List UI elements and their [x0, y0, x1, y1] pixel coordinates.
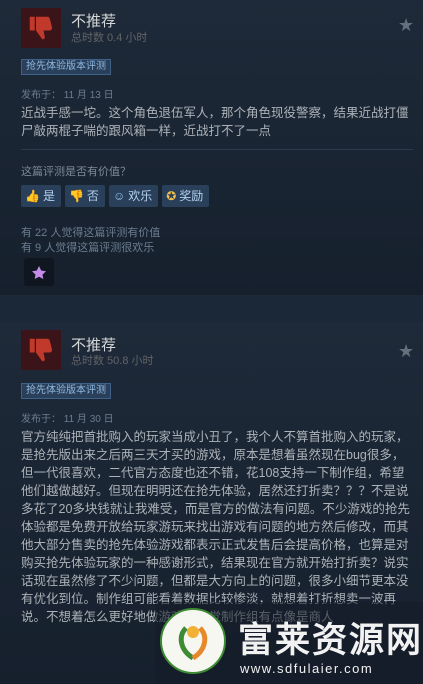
smiley-icon: ☺ — [112, 189, 126, 203]
playtime-hours: 总时数 0.4 小时 — [71, 32, 148, 44]
playtime-hours: 总时数 50.8 小时 — [71, 355, 154, 367]
vote-funny-label: 欢乐 — [128, 189, 153, 203]
posted-date: 发布于： 11 月 13 日 — [21, 90, 114, 101]
award-badge-icon[interactable] — [24, 258, 54, 286]
star-icon[interactable]: ★ — [398, 341, 414, 362]
vote-no-label: 否 — [86, 189, 99, 203]
award-icon: ✪ — [166, 189, 177, 203]
early-access-badge: 抢先体验版本评测 — [21, 59, 111, 75]
early-access-badge: 抢先体验版本评测 — [21, 383, 111, 399]
review-body: 近战手感一坨。这个角色退伍军人，那个角色现役警察，结果近战打僵尸敲两棍子喘的跟风… — [21, 106, 409, 138]
review-verdict[interactable]: 不推荐 — [71, 10, 116, 31]
vote-no-button[interactable]: 👎 否 — [64, 185, 105, 207]
helpful-count: 有 22 人觉得这篇评测有价值 — [21, 227, 161, 239]
divider — [21, 149, 413, 150]
posted-date: 发布于： 11 月 30 日 — [21, 414, 114, 425]
award-label: 奖励 — [179, 189, 204, 203]
funny-count: 有 9 人觉得这篇评测很欢乐 — [21, 242, 155, 254]
review-separator — [0, 295, 423, 322]
vote-yes-button[interactable]: 👍 是 — [21, 185, 61, 207]
review-card: 不推荐 总时数 0.4 小时 ★ 抢先体验版本评测 发布于： 11 月 13 日… — [0, 0, 423, 295]
award-button[interactable]: ✪ 奖励 — [162, 185, 210, 207]
watermark-url: www.sdfulaier.com — [240, 661, 374, 676]
thumbs-down-icon — [21, 330, 61, 370]
watermark-name: 富莱资源网 — [238, 621, 423, 661]
thumbs-down-icon — [21, 8, 61, 48]
vote-buttons: 👍 是 👎 否 ☺ 欢乐 ✪ 奖励 — [21, 185, 210, 207]
thumbs-down-icon: 👎 — [68, 189, 84, 203]
review-body: 官方纯纯把首批购入的玩家当成小丑了，我个人不算首批购入的玩家，是抢先版出来之后两… — [21, 430, 410, 624]
watermark-logo — [160, 608, 226, 674]
vote-yes-label: 是 — [42, 189, 55, 203]
thumbs-up-icon: 👍 — [25, 189, 40, 203]
vote-funny-button[interactable]: ☺ 欢乐 — [108, 185, 159, 207]
helpful-question: 这篇评测是否有价值？ — [21, 166, 131, 178]
star-icon[interactable]: ★ — [398, 15, 414, 36]
